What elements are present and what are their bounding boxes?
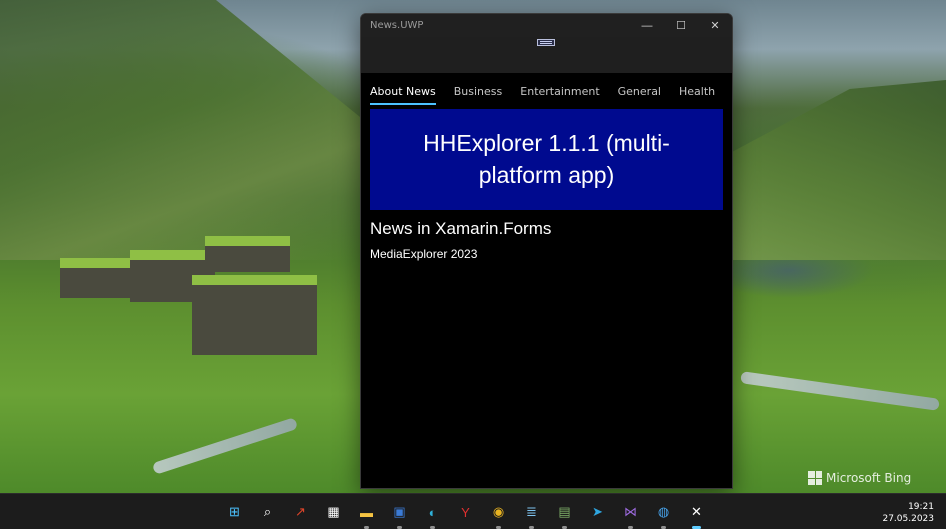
page-subtitle: News in Xamarin.Forms: [370, 219, 552, 238]
main-content: HHExplorer 1.1.1 (multi-platform app) Ne…: [361, 107, 732, 261]
image-viewer-icon[interactable]: ▤: [552, 500, 577, 529]
system-clock[interactable]: 19:21 27.05.2023: [882, 501, 934, 525]
globe-app-icon[interactable]: ◍: [651, 500, 676, 529]
wallpaper-house: [192, 275, 317, 355]
maximize-button[interactable]: ☐: [664, 14, 698, 37]
wallpaper-house: [205, 236, 290, 272]
save-disk-icon[interactable]: ▣: [387, 500, 412, 529]
menu-icon[interactable]: [537, 39, 555, 46]
tab-health[interactable]: Health: [679, 85, 715, 107]
taskbar-icons: ⊞ ⌕ ↗ ▦ ▬ ▣ ◐ Y ◉ ≣ ▤ ➤ ⋈ ◍ ✕: [222, 500, 709, 529]
microsoft-logo-icon: [808, 471, 822, 485]
tab-business[interactable]: Business: [454, 85, 503, 107]
start-icon[interactable]: ⊞: [222, 500, 247, 524]
search-icon[interactable]: ⌕: [255, 500, 280, 524]
window-title: News.UWP: [370, 20, 424, 31]
close-button[interactable]: ✕: [698, 14, 732, 37]
visual-studio-icon[interactable]: ⋈: [618, 500, 643, 529]
yandex-browser-icon[interactable]: Y: [453, 500, 478, 524]
telegram-icon[interactable]: ➤: [585, 500, 610, 524]
edge-icon[interactable]: ◐: [420, 500, 445, 529]
file-explorer-icon[interactable]: ▬: [354, 500, 379, 529]
watermark-text: Microsoft Bing: [826, 471, 912, 485]
tab-strip: About News Business Entertainment General He…: [361, 73, 732, 107]
xamarin-app-icon[interactable]: ✕: [684, 500, 709, 529]
command-bar: [361, 37, 732, 73]
wallpaper-house: [60, 258, 130, 298]
chrome-icon[interactable]: ◉: [486, 500, 511, 529]
bing-watermark: Microsoft Bing: [808, 471, 911, 485]
app-window: News.UWP — ☐ ✕ About News Business Enterta…: [360, 13, 733, 489]
minimize-button[interactable]: —: [630, 14, 664, 37]
hero-title: HHExplorer 1.1.1 (multi-platform app): [423, 130, 670, 188]
tab-general[interactable]: General: [618, 85, 661, 107]
taskbar: ⊞ ⌕ ↗ ▦ ▬ ▣ ◐ Y ◉ ≣ ▤ ➤ ⋈ ◍ ✕ 19:21 27.05.2023: [0, 493, 946, 529]
store-icon[interactable]: ▦: [321, 500, 346, 524]
hero-banner: HHExplorer 1.1.1 (multi-platform app): [370, 109, 723, 210]
credit-text: MediaExplorer 2023: [370, 247, 478, 261]
title-bar[interactable]: News.UWP — ☐ ✕: [361, 14, 732, 37]
tab-about-news[interactable]: About News: [370, 85, 436, 107]
tab-entertainment[interactable]: Entertainment: [520, 85, 599, 107]
notepad-icon[interactable]: ≣: [519, 500, 544, 529]
app-red-icon[interactable]: ↗: [288, 500, 313, 524]
clock-time: 19:21: [908, 502, 934, 512]
clock-date: 27.05.2023: [882, 514, 934, 524]
window-controls: — ☐ ✕: [630, 14, 732, 37]
